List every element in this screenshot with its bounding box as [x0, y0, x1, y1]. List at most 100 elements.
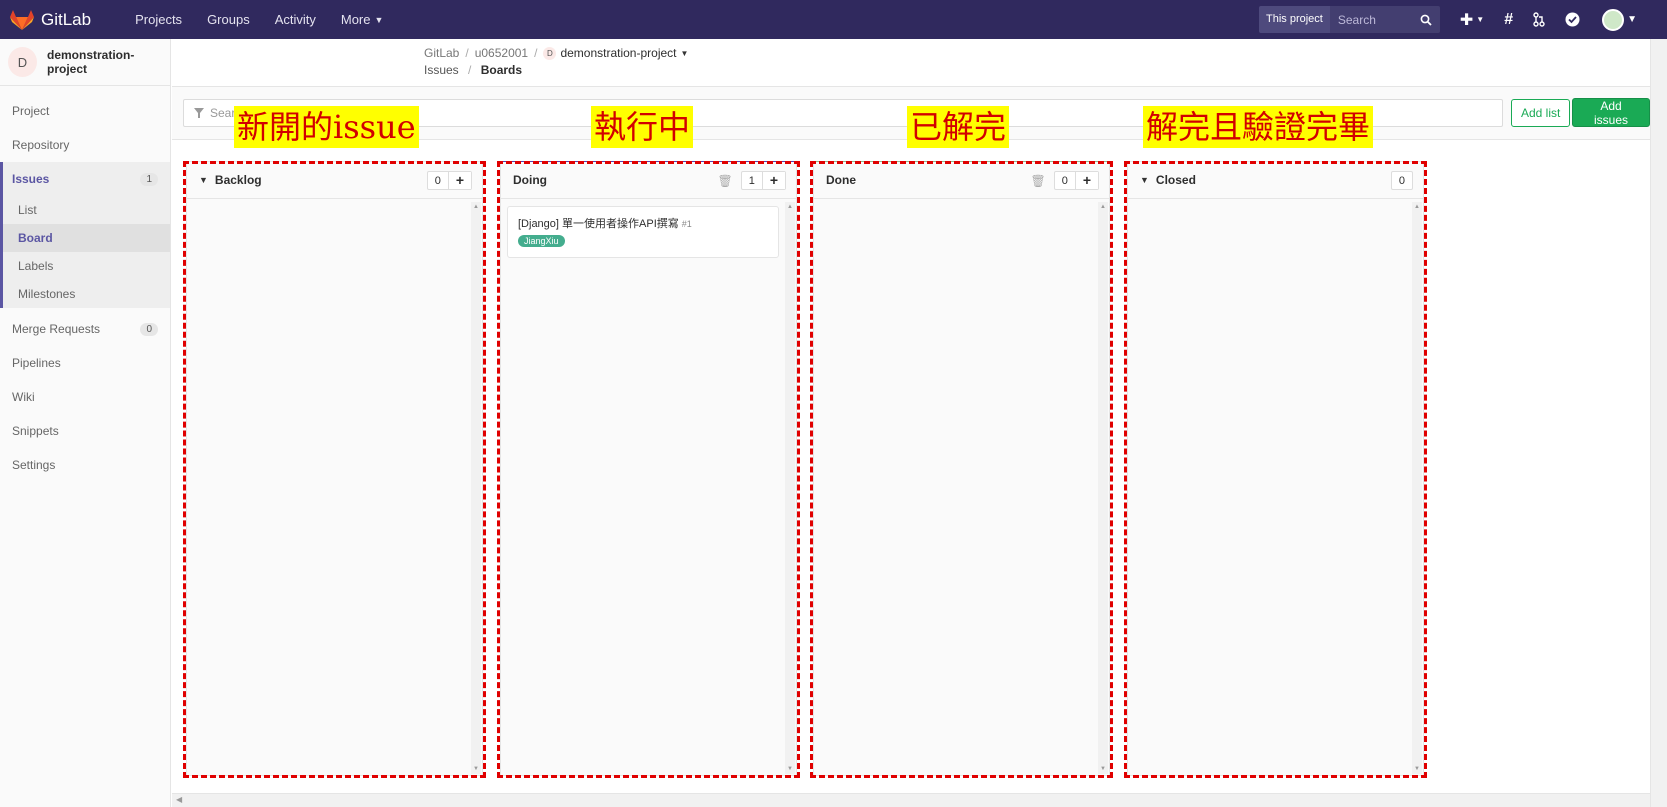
sidebar-sub-board[interactable]: Board — [3, 224, 170, 252]
search-input[interactable] — [1337, 12, 1416, 27]
page-title: Boards — [480, 63, 523, 77]
sidebar-item-snippets[interactable]: Snippets — [0, 414, 170, 448]
breadcrumb-separator: / — [468, 63, 472, 77]
chevron-down-icon[interactable]: ▼ — [1627, 14, 1637, 25]
nav-more[interactable]: More ▼ — [341, 12, 384, 27]
sidebar-item-merge-requests[interactable]: Merge Requests 0 — [0, 312, 170, 346]
issue-count: 0 — [1398, 174, 1405, 187]
board-list-closed: ▼ Closed 0 ▲ ▼ — [1127, 161, 1424, 776]
sidebar-item-wiki[interactable]: Wiki — [0, 380, 170, 414]
chevron-down-icon: ▼ — [1476, 15, 1485, 24]
issues-submenu: List Board Labels Milestones — [0, 196, 170, 308]
breadcrumb-issues[interactable]: Issues — [424, 63, 459, 77]
breadcrumb-separator: / — [465, 46, 469, 60]
breadcrumb-user[interactable]: u0652001 — [475, 46, 528, 60]
add-issues-button[interactable]: Add issues — [1572, 98, 1650, 127]
list-scrollbar[interactable]: ▲ ▼ — [1412, 202, 1422, 774]
top-navbar: GitLab Projects Groups Activity More ▼ Th… — [0, 0, 1667, 39]
chevron-down-icon: ▼ — [374, 14, 384, 25]
sidebar-project-header[interactable]: D demonstration-project — [0, 39, 170, 86]
breadcrumb-project[interactable]: demonstration-project — [560, 46, 676, 60]
nav-more-label: More — [340, 12, 371, 27]
sidebar-item-issues[interactable]: Issues 1 — [0, 162, 170, 196]
board-list-doing: Doing 🗑 1 + [Django] 單一使用者操作API撰寫 #1 Jian… — [500, 161, 797, 776]
trash-icon[interactable]: 🗑 — [1030, 174, 1045, 188]
annotation-label-backlog: 新開的issue — [234, 106, 419, 148]
board-header: Doing 🗑 1 + — [501, 162, 796, 199]
issue-card-title[interactable]: [Django] 單一使用者操作API撰寫 — [518, 218, 679, 230]
sidebar-item-pipelines[interactable]: Pipelines — [0, 346, 170, 380]
board-header: Done 🗑 0 + — [814, 162, 1109, 199]
breadcrumb-root[interactable]: GitLab — [424, 46, 459, 60]
user-avatar[interactable] — [1602, 8, 1625, 31]
page-horizontal-scrollbar[interactable]: ◀ — [172, 793, 1650, 807]
board-title: Doing — [513, 173, 547, 187]
todo-check-icon[interactable] — [1565, 12, 1580, 27]
scroll-left-arrow[interactable]: ◀ — [176, 795, 182, 804]
add-list-button[interactable]: Add list — [1511, 99, 1571, 127]
nav-activity[interactable]: Activity — [275, 12, 316, 27]
scroll-up-arrow[interactable]: ▲ — [1414, 204, 1420, 210]
breadcrumb-separator: / — [534, 46, 538, 60]
sidebar-project-name: demonstration-project — [46, 48, 135, 76]
issue-label-badge[interactable]: JiangXiu — [518, 235, 565, 247]
board-list-backlog: ▼ Backlog 0 + ▲ ▼ — [186, 161, 483, 776]
chevron-down-icon[interactable]: ▼ — [681, 49, 689, 58]
nav-groups[interactable]: Groups — [207, 12, 250, 27]
list-scrollbar[interactable]: ▲ ▼ — [785, 202, 795, 774]
sidebar-sub-milestones[interactable]: Milestones — [3, 280, 170, 308]
issue-count-box: 0 — [1390, 171, 1413, 190]
scroll-down-arrow[interactable]: ▼ — [1100, 766, 1106, 772]
new-issue-button[interactable]: + — [1074, 172, 1098, 189]
scroll-up-arrow[interactable]: ▲ — [1100, 204, 1106, 210]
check-circle-glyph — [1565, 12, 1580, 27]
scroll-down-arrow[interactable]: ▼ — [787, 766, 793, 772]
gitlab-logo[interactable]: GitLab — [10, 9, 91, 31]
issue-count: 0 — [1061, 174, 1068, 187]
merge-request-icon[interactable] — [1533, 12, 1545, 27]
annotation-label-done: 已解完 — [907, 106, 1010, 148]
search-icon — [1420, 14, 1432, 26]
hash-icon[interactable]: # — [1504, 11, 1513, 29]
sidebar-sub-labels[interactable]: Labels — [3, 252, 170, 280]
search-scope-badge[interactable]: This project — [1259, 6, 1330, 33]
breadcrumb: GitLab / u0652001 / D demonstration-proj… — [424, 46, 688, 77]
board-title: Backlog — [214, 173, 262, 187]
issue-count: 1 — [748, 174, 755, 187]
scroll-down-arrow[interactable]: ▼ — [1414, 766, 1420, 772]
sidebar-item-settings[interactable]: Settings — [0, 448, 170, 482]
annotation-label-doing: 執行中 — [591, 106, 694, 148]
board-list-done: Done 🗑 0 + ▲ ▼ — [813, 161, 1110, 776]
tanuki-icon — [10, 9, 34, 30]
plus-icon[interactable]: ✚ ▼ — [1460, 10, 1484, 30]
scroll-down-arrow[interactable]: ▼ — [473, 766, 479, 772]
annotation-label-closed: 解完且驗證完畢 — [1143, 106, 1374, 148]
filter-icon — [194, 108, 204, 118]
caret-down-icon[interactable]: ▼ — [199, 175, 208, 185]
issue-card-ref: #1 — [681, 219, 692, 229]
merge-requests-count-badge: 0 — [140, 322, 158, 336]
sidebar-item-repository[interactable]: Repository — [0, 128, 170, 162]
sidebar-sub-list[interactable]: List — [3, 196, 170, 224]
issues-count-badge: 1 — [140, 172, 158, 186]
board-header: ▼ Backlog 0 + — [187, 162, 482, 199]
new-issue-button[interactable]: + — [761, 172, 785, 189]
issue-count: 0 — [434, 174, 441, 187]
sidebar-item-label: Issues — [12, 172, 50, 186]
scroll-up-arrow[interactable]: ▲ — [473, 204, 479, 210]
new-issue-button[interactable]: + — [447, 172, 471, 189]
issue-count-box: 0 + — [426, 171, 472, 190]
project-avatar: D — [8, 47, 37, 77]
nav-projects[interactable]: Projects — [135, 12, 182, 27]
issue-card[interactable]: [Django] 單一使用者操作API撰寫 #1 JiangXiu — [507, 206, 779, 258]
issue-count-box: 1 + — [740, 171, 786, 190]
list-scrollbar[interactable]: ▲ ▼ — [471, 202, 481, 774]
page-vertical-scrollbar[interactable] — [1650, 39, 1667, 807]
board-header: ▼ Closed 0 — [1128, 162, 1423, 199]
scroll-up-arrow[interactable]: ▲ — [787, 204, 793, 210]
trash-icon[interactable]: 🗑 — [717, 174, 732, 188]
board-title: Done — [826, 173, 856, 187]
caret-down-icon[interactable]: ▼ — [1140, 175, 1149, 185]
sidebar-item-project[interactable]: Project — [0, 94, 170, 128]
list-scrollbar[interactable]: ▲ ▼ — [1098, 202, 1108, 774]
